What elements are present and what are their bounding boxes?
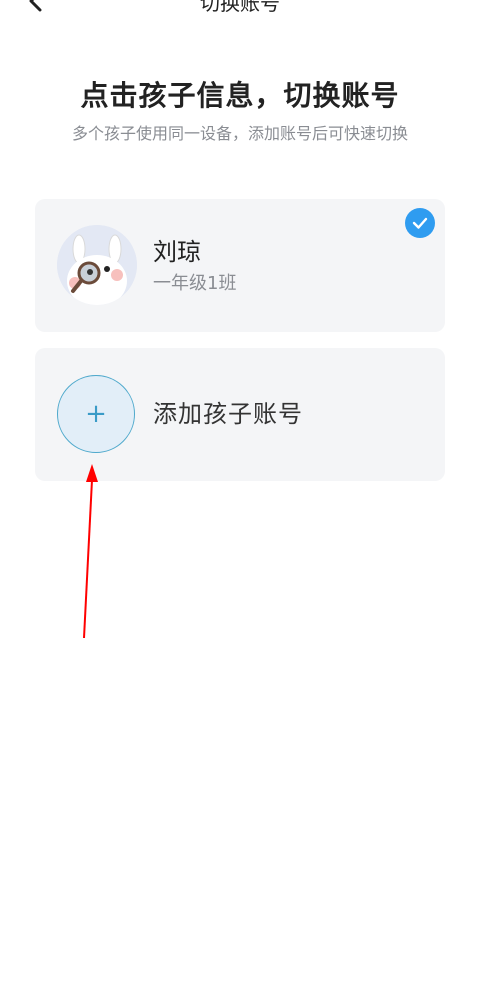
check-icon: [412, 217, 428, 229]
add-account-button[interactable]: +: [57, 375, 135, 453]
switch-account-page: 切换账号 点击孩子信息，切换账号 多个孩子使用同一设备，添加账号后可快速切换 刘…: [0, 0, 480, 1000]
child-account-card[interactable]: 刘琼 一年级1班: [35, 199, 445, 332]
add-child-account-card[interactable]: + 添加孩子账号: [35, 348, 445, 481]
plus-icon: +: [85, 399, 107, 429]
nav-bar: 切换账号: [0, 0, 480, 24]
selected-badge: [405, 208, 435, 238]
add-account-label: 添加孩子账号: [153, 400, 303, 428]
annotation-arrow: [83, 464, 98, 639]
child-class: 一年级1班: [153, 273, 237, 294]
child-name: 刘琼: [153, 238, 201, 266]
page-subtitle: 多个孩子使用同一设备，添加账号后可快速切换: [71, 124, 408, 143]
page-title: 点击孩子信息，切换账号: [80, 79, 400, 112]
bunny-avatar-icon: [57, 225, 137, 305]
nav-title: 切换账号: [200, 0, 280, 15]
